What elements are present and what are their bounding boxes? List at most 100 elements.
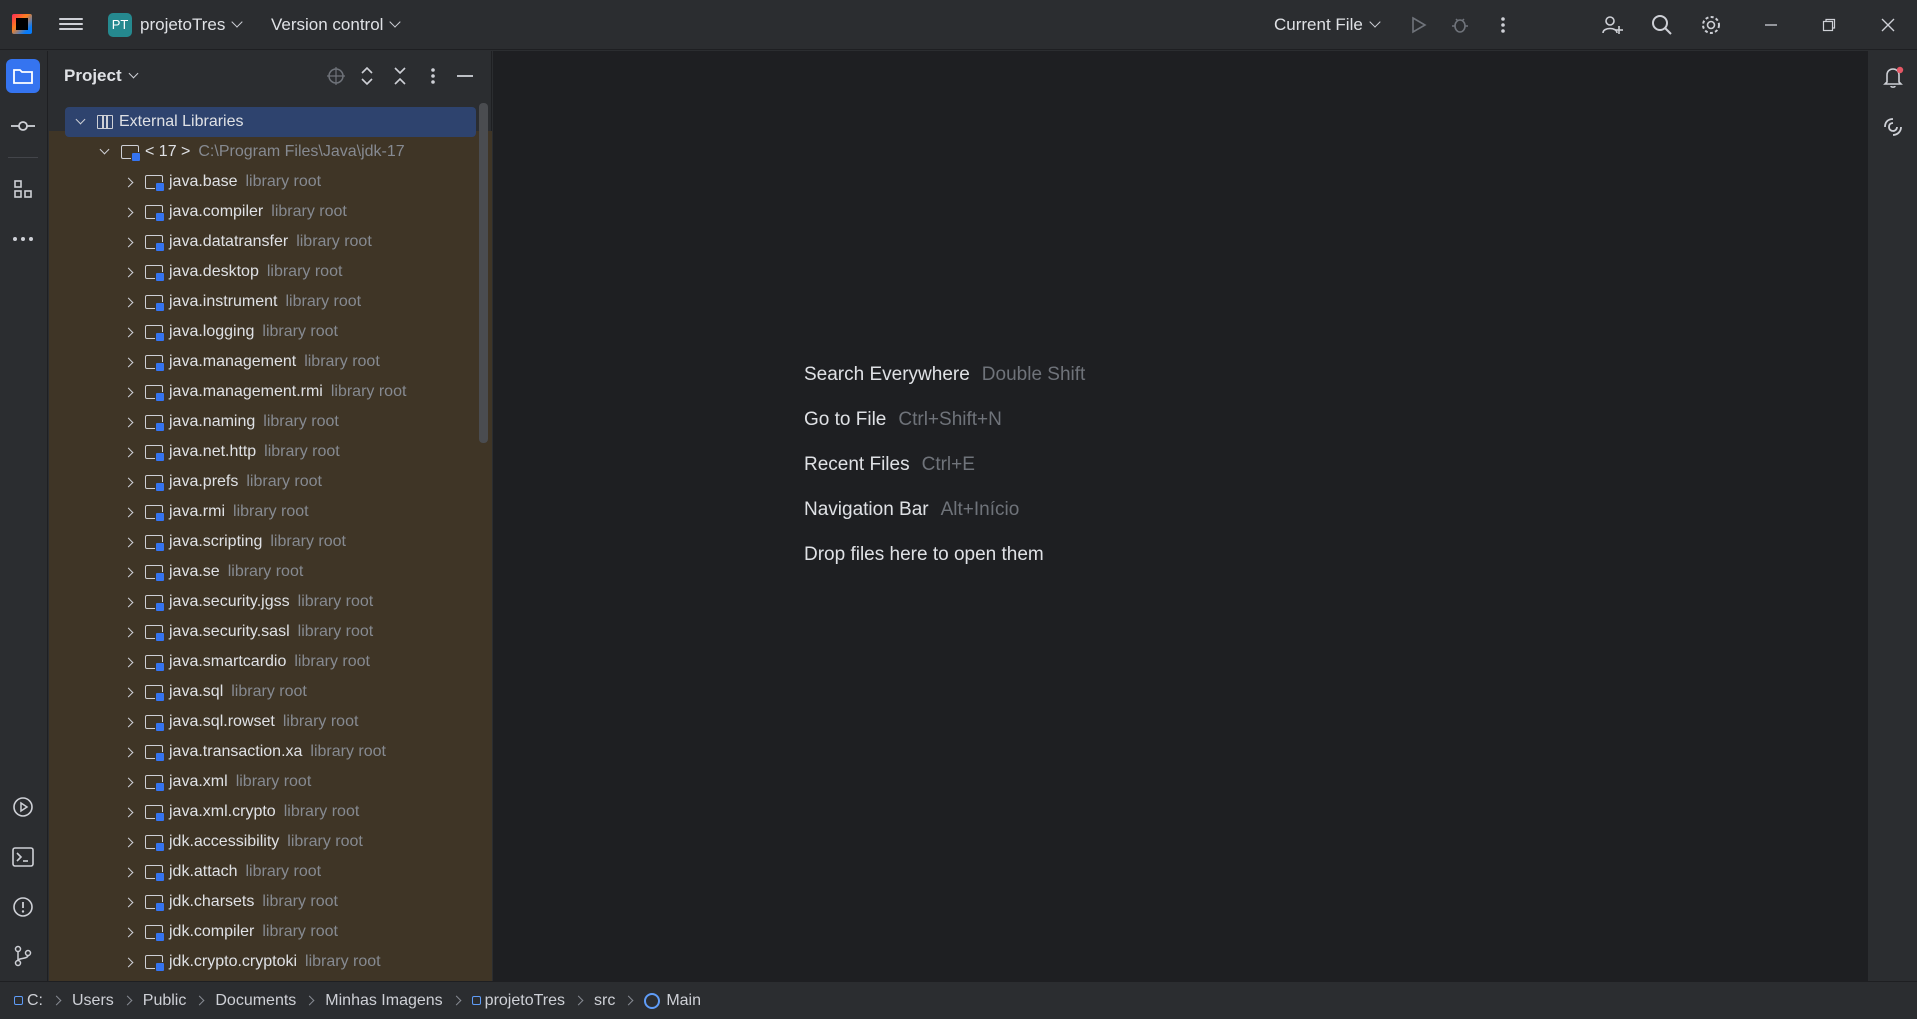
tree-node-module[interactable]: jdk.attach library root [49,857,479,887]
more-actions-icon[interactable] [1490,12,1516,38]
chevron-right-icon[interactable] [123,837,133,847]
git-tool-icon[interactable] [6,939,40,973]
tree-node-module[interactable]: java.transaction.xa library root [49,737,479,767]
ai-assistant-icon[interactable] [1876,110,1910,144]
breadcrumb-item[interactable]: Main [644,992,701,1010]
collapse-all-icon[interactable] [389,65,411,87]
problems-tool-icon[interactable] [6,890,40,924]
run-icon[interactable] [1405,12,1431,38]
tree-node-module[interactable]: jdk.charsets library root [49,887,479,917]
close-window-icon[interactable] [1875,12,1901,38]
tree-node-module[interactable]: java.xml library root [49,767,479,797]
breadcrumb-item[interactable]: src [594,992,615,1010]
chevron-right-icon[interactable] [123,507,133,517]
chevron-down-icon[interactable] [99,144,109,154]
chevron-right-icon[interactable] [123,357,133,367]
breadcrumb-item[interactable]: C: [14,992,43,1010]
tree-node-module[interactable]: java.management library root [49,347,479,377]
breadcrumb-item[interactable]: Public [143,992,187,1010]
chevron-right-icon[interactable] [123,567,133,577]
structure-tool-icon[interactable] [6,172,40,206]
search-icon[interactable] [1649,12,1675,38]
chevron-right-icon[interactable] [123,447,133,457]
more-tools-icon[interactable] [6,222,40,256]
editor-area[interactable]: Search Everywhere Double Shift Go to File C… [493,51,1867,981]
breadcrumb-item[interactable]: Documents [215,992,296,1010]
project-badge[interactable]: PT [108,13,132,37]
run-config-selector[interactable]: Current File [1274,15,1381,35]
chevron-right-icon[interactable] [123,657,133,667]
chevron-right-icon[interactable] [123,717,133,727]
breadcrumb-item[interactable]: Users [72,992,114,1010]
project-tool-icon[interactable] [6,59,40,93]
tree-node-module[interactable]: java.security.sasl library root [49,617,479,647]
tree-node-module[interactable]: java.base library root [49,167,479,197]
expand-all-icon[interactable] [356,65,378,87]
tree-node-module[interactable]: java.security.jgss library root [49,587,479,617]
chevron-right-icon[interactable] [123,627,133,637]
minimize-window-icon[interactable] [1758,12,1784,38]
chevron-right-icon[interactable] [123,957,133,967]
tree-node-external-libraries[interactable]: External Libraries [65,107,476,137]
commit-tool-icon[interactable] [6,109,40,143]
tree-node-module[interactable]: java.logging library root [49,317,479,347]
project-view-selector[interactable]: Project [64,66,139,86]
chevron-right-icon[interactable] [123,897,133,907]
code-with-me-icon[interactable] [1599,12,1625,38]
notifications-icon[interactable] [1876,60,1910,94]
version-control-menu[interactable]: Version control [271,15,402,35]
tree-node-module[interactable]: java.compiler library root [49,197,479,227]
breadcrumb-item[interactable]: Minhas Imagens [325,992,442,1010]
tree-node-module[interactable]: java.prefs library root [49,467,479,497]
tree-node-module[interactable]: jdk.crypto.cryptoki library root [49,947,479,975]
tree-node-module[interactable]: java.sql.rowset library root [49,707,479,737]
chevron-right-icon[interactable] [123,537,133,547]
services-tool-icon[interactable] [6,790,40,824]
tree-node-module[interactable]: jdk.compiler library root [49,917,479,947]
chevron-right-icon[interactable] [123,747,133,757]
chevron-right-icon[interactable] [123,867,133,877]
intellij-logo-icon[interactable] [12,14,32,34]
tree-node-module[interactable]: java.instrument library root [49,287,479,317]
tree-node-module[interactable]: java.datatransfer library root [49,227,479,257]
panel-options-icon[interactable] [422,65,444,87]
select-opened-file-icon[interactable] [325,65,347,87]
tree-node-module[interactable]: java.sql library root [49,677,479,707]
chevron-right-icon[interactable] [123,687,133,697]
project-selector[interactable]: projetoTres [140,15,244,35]
tree-node-module[interactable]: java.xml.crypto library root [49,797,479,827]
tree-scrollbar[interactable] [479,103,488,443]
debug-icon[interactable] [1447,12,1473,38]
chevron-right-icon[interactable] [123,327,133,337]
tree-node-module[interactable]: java.net.http library root [49,437,479,467]
main-menu-icon[interactable] [59,15,83,35]
tree-node-module[interactable]: java.management.rmi library root [49,377,479,407]
tree-node-jdk[interactable]: < 17 > C:\Program Files\Java\jdk-17 [49,137,479,167]
settings-gear-icon[interactable] [1698,12,1724,38]
restore-window-icon[interactable] [1816,12,1842,38]
chevron-right-icon[interactable] [123,777,133,787]
chevron-right-icon[interactable] [123,387,133,397]
hide-panel-icon[interactable] [454,65,476,87]
chevron-right-icon[interactable] [123,417,133,427]
terminal-tool-icon[interactable] [6,840,40,874]
tree-node-module[interactable]: java.scripting library root [49,527,479,557]
chevron-right-icon[interactable] [123,237,133,247]
chevron-down-icon[interactable] [75,114,85,124]
module-folder-icon [145,295,165,312]
tree-node-module[interactable]: java.smartcardio library root [49,647,479,677]
tree-node-module[interactable]: java.naming library root [49,407,479,437]
chevron-right-icon[interactable] [123,927,133,937]
tree-node-module[interactable]: java.rmi library root [49,497,479,527]
chevron-right-icon[interactable] [123,597,133,607]
chevron-right-icon[interactable] [123,267,133,277]
tree-node-module[interactable]: jdk.accessibility library root [49,827,479,857]
breadcrumb-item[interactable]: projetoTres [471,992,565,1010]
chevron-right-icon[interactable] [123,297,133,307]
chevron-right-icon[interactable] [123,807,133,817]
chevron-right-icon[interactable] [123,477,133,487]
tree-node-module[interactable]: java.se library root [49,557,479,587]
chevron-right-icon[interactable] [123,207,133,217]
tree-node-module[interactable]: java.desktop library root [49,257,479,287]
chevron-right-icon[interactable] [123,177,133,187]
